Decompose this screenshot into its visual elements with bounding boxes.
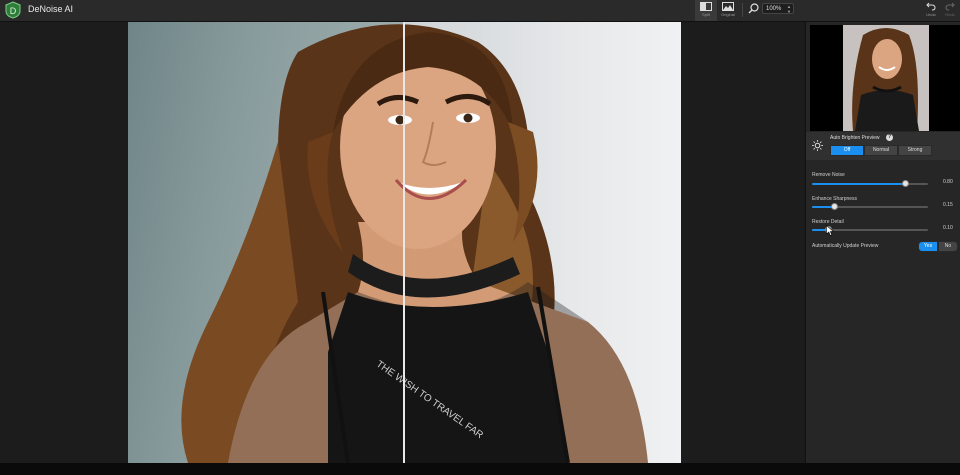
auto-brighten-label: Auto Brighten Preview <box>830 135 880 141</box>
auto-brighten-section: Auto Brighten Preview ? Off Normal Stron… <box>806 132 960 160</box>
settings-panel: Auto Brighten Preview ? Off Normal Stron… <box>805 22 960 463</box>
original-view-button[interactable]: Original <box>717 0 739 21</box>
redo-button[interactable]: Redo <box>939 0 960 21</box>
split-preview-photo[interactable]: THE WISH TO TRAVEL FAR <box>128 22 681 463</box>
remove-noise-fill <box>812 183 905 185</box>
auto-update-label: Automatically Update Preview <box>812 243 879 249</box>
bottom-edge <box>0 463 960 475</box>
enhance-sharpness-value: 0.15 <box>943 202 953 208</box>
remove-noise-slider[interactable] <box>812 180 928 187</box>
navigator-thumbnail[interactable] <box>810 25 960 131</box>
enhance-sharpness-handle[interactable] <box>831 203 839 210</box>
denoise-logo-icon: D <box>5 1 21 19</box>
toolbar-divider <box>742 3 743 17</box>
remove-noise-handle[interactable] <box>901 180 909 187</box>
image-canvas[interactable]: THE WISH TO TRAVEL FAR <box>0 22 804 463</box>
split-view-icon <box>700 2 712 11</box>
auto-update-toggle: Yes No <box>918 241 958 252</box>
auto-update-yes-button[interactable]: Yes <box>918 241 938 252</box>
svg-text:D: D <box>10 6 17 16</box>
help-icon[interactable]: ? <box>886 134 893 141</box>
zoom-icon[interactable] <box>748 3 759 14</box>
restore-detail-value: 0.10 <box>943 225 953 231</box>
zoom-stepper-icon[interactable]: ▲ ▼ <box>787 4 791 14</box>
original-label: Original <box>721 12 735 17</box>
split-divider-handle[interactable] <box>403 22 405 463</box>
brighten-off-button[interactable]: Off <box>830 145 864 156</box>
split-view-button[interactable]: Split <box>695 0 717 21</box>
enhance-sharpness-slider[interactable] <box>812 203 928 210</box>
brightness-icon <box>812 140 823 151</box>
redo-label: Redo <box>945 12 955 17</box>
enhance-sharpness-label: Enhance Sharpness <box>812 196 858 202</box>
zoom-value: 100% <box>766 6 782 12</box>
split-label: Split <box>702 12 710 17</box>
zoom-level-input[interactable]: 100% ▲ ▼ <box>762 3 794 14</box>
top-toolbar: D DeNoise AI Split Original 100% ▲ ▼ Undo <box>0 0 960 22</box>
auto-update-no-button[interactable]: No <box>938 241 958 252</box>
undo-icon <box>926 2 936 11</box>
navigator-image <box>843 25 929 131</box>
redo-icon <box>945 2 955 11</box>
brighten-mode-selector: Off Normal Strong <box>830 145 932 156</box>
undo-label: Undo <box>926 12 936 17</box>
image-icon <box>722 2 734 11</box>
remove-noise-label: Remove Noise <box>812 172 845 178</box>
brighten-strong-button[interactable]: Strong <box>898 145 932 156</box>
app-title: DeNoise AI <box>28 4 74 14</box>
brighten-normal-button[interactable]: Normal <box>864 145 898 156</box>
mouse-pointer-icon <box>826 225 834 236</box>
remove-noise-value: 0.80 <box>943 179 953 185</box>
